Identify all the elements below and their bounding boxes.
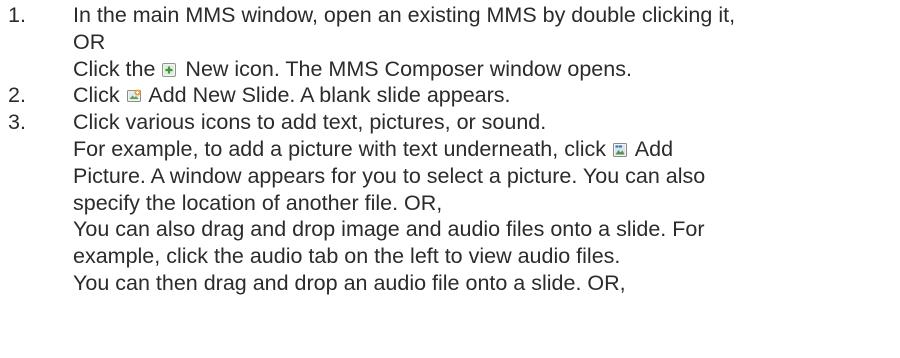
step-number: 2. bbox=[8, 83, 26, 108]
step-2-line-1: Click Add New Slide. A blank slide appea… bbox=[73, 82, 893, 109]
step-3-line-1: Click various icons to add text, picture… bbox=[73, 110, 547, 135]
step-3-line-4: specify the location of another file. OR… bbox=[73, 190, 443, 215]
step-3: 3. Click various icons to add text, pict… bbox=[8, 109, 893, 297]
step-3-line-2-before: For example, to add a picture with text … bbox=[73, 136, 606, 161]
step-3-line-2: For example, to add a picture with text … bbox=[73, 136, 893, 163]
step-3-line-2-after: Add bbox=[634, 136, 674, 161]
step-3-line-5: You can also drag and drop image and aud… bbox=[73, 217, 705, 242]
step-1-line-2: OR bbox=[73, 29, 106, 54]
step-3-line-6: example, click the audio tab on the left… bbox=[73, 244, 621, 269]
step-1-line-3-before: Click the bbox=[73, 56, 156, 81]
step-2-before: Click bbox=[73, 83, 120, 108]
step-1-line-3-after: New icon. The MMS Composer window opens. bbox=[185, 56, 632, 81]
step-3-line-3: Picture. A window appears for you to sel… bbox=[73, 163, 706, 188]
step-2: 2. Click Add New Slide. A blank slide ap… bbox=[8, 82, 893, 109]
instructions-document: 1. In the main MMS window, open an exist… bbox=[8, 2, 893, 297]
step-number: 1. bbox=[8, 3, 26, 27]
step-1-line-1: In the main MMS window, open an existing… bbox=[73, 3, 736, 27]
step-1: 1. In the main MMS window, open an exist… bbox=[8, 2, 893, 82]
new-icon bbox=[161, 62, 177, 78]
add-slide-icon bbox=[126, 88, 142, 104]
step-number: 3. bbox=[8, 110, 26, 135]
step-3-line-7: You can then drag and drop an audio file… bbox=[73, 270, 626, 295]
step-1-line-3: Click the New icon. The MMS Composer win… bbox=[73, 56, 893, 83]
step-2-after: Add New Slide. A blank slide appears. bbox=[148, 83, 511, 108]
add-picture-icon bbox=[612, 142, 628, 158]
